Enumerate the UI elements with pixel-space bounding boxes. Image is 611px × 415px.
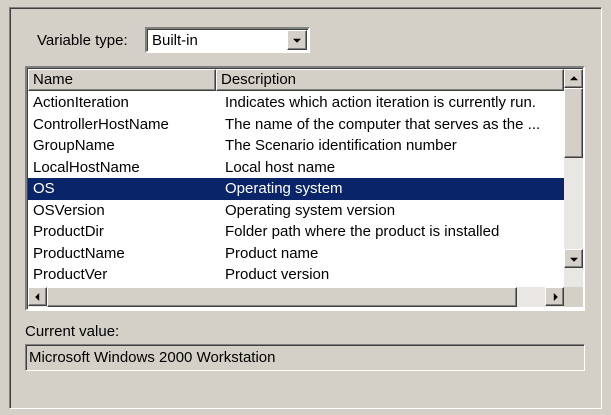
row-name: GroupName (33, 137, 115, 154)
row-name: ActionIteration (33, 94, 129, 111)
row-description: Folder path where the product is install… (225, 223, 500, 240)
current-value-text: Microsoft Windows 2000 Workstation (29, 349, 276, 366)
dropdown-arrow-button[interactable] (287, 30, 307, 50)
table-row[interactable]: ProductVer Product version (28, 264, 564, 286)
row-name: ProductDir (33, 223, 104, 240)
table-row[interactable]: OS Operating system (28, 178, 564, 200)
table-row[interactable]: GroupName The Scenario identification num… (28, 135, 564, 157)
scroll-right-button[interactable] (545, 287, 564, 306)
vertical-scroll-thumb[interactable] (564, 88, 583, 158)
row-description: Indicates which action iteration is curr… (225, 94, 536, 111)
horizontal-scrollbar[interactable] (28, 287, 564, 307)
row-name: OS (33, 180, 55, 197)
list-rows: ActionIteration Indicates which action it… (28, 92, 564, 286)
table-row[interactable]: ControllerHostName The name of the comput… (28, 114, 564, 136)
arrow-left-icon (34, 292, 39, 301)
scroll-left-button[interactable] (28, 287, 47, 306)
row-description: Operating system version (225, 201, 396, 219)
variables-list[interactable]: Name Description ActionIteration Indicate… (25, 66, 585, 311)
row-description: Product name (225, 244, 319, 262)
vertical-scrollbar[interactable] (564, 69, 583, 287)
row-description: Product version (225, 266, 330, 283)
current-value-field: Microsoft Windows 2000 Workstation (25, 344, 585, 371)
row-description: Local host name (225, 158, 336, 176)
row-description: The Scenario identification number (225, 137, 457, 154)
arrow-down-icon (569, 257, 578, 262)
column-header-description[interactable]: Description (216, 69, 564, 91)
table-row[interactable]: ProductName Product name (28, 243, 564, 265)
scroll-down-button[interactable] (564, 249, 583, 268)
row-name: ProductName (33, 244, 125, 262)
variable-type-dropdown[interactable]: Built-in (145, 27, 310, 53)
table-row[interactable]: LocalHostName Local host name (28, 157, 564, 179)
column-header-name[interactable]: Name (28, 69, 216, 91)
row-description: The name of the computer that serves as … (225, 115, 541, 133)
table-row[interactable]: ProductDir Folder path where the product … (28, 221, 564, 243)
row-name: OSVersion (33, 201, 105, 219)
arrow-right-icon (553, 292, 558, 301)
arrow-up-icon (569, 75, 578, 80)
variable-type-label: Variable type: (37, 32, 128, 49)
row-name: LocalHostName (33, 158, 140, 176)
chevron-down-icon (293, 38, 301, 43)
row-name: ProductVer (33, 266, 108, 283)
table-row[interactable]: OSVersion Operating system version (28, 200, 564, 222)
row-description: Operating system (225, 180, 343, 197)
scroll-up-button[interactable] (564, 69, 583, 88)
row-name: ControllerHostName (33, 115, 169, 133)
variable-type-value: Built-in (152, 32, 198, 49)
horizontal-scroll-thumb[interactable] (47, 287, 517, 307)
scrollbar-corner (564, 287, 583, 307)
table-row[interactable]: ActionIteration Indicates which action it… (28, 92, 564, 114)
current-value-label: Current value: (25, 323, 120, 340)
